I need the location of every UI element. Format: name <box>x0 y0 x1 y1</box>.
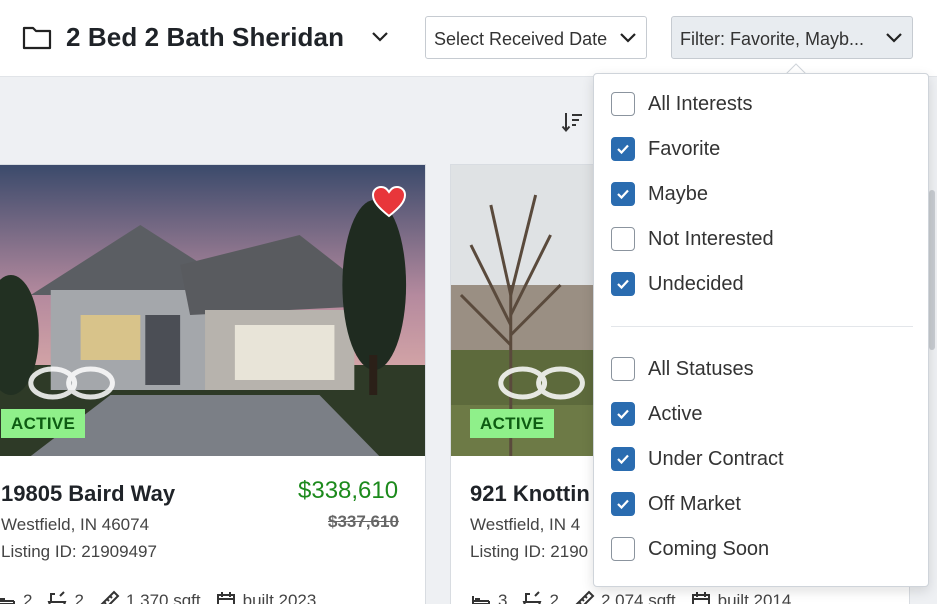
option-under-contract[interactable]: Under Contract <box>611 445 784 473</box>
option-label: Not Interested <box>648 227 774 250</box>
calendar-icon <box>216 592 235 604</box>
checkbox[interactable] <box>611 272 635 296</box>
checkbox[interactable] <box>611 227 635 251</box>
sqft-value: 2,074 sqft <box>600 591 676 604</box>
bed-icon <box>472 596 490 604</box>
option-maybe[interactable]: Maybe <box>611 180 708 208</box>
bath-icon <box>523 591 542 604</box>
option-favorite[interactable]: Favorite <box>611 135 720 163</box>
listing-id: Listing ID: 2190 <box>470 542 589 561</box>
option-not-interested[interactable]: Not Interested <box>611 225 774 253</box>
option-all-statuses[interactable]: All Statuses <box>611 355 754 383</box>
interest-status-filter-select[interactable]: Filter: Favorite, Mayb... <box>671 16 913 59</box>
option-undecided[interactable]: Undecided <box>611 270 744 298</box>
option-label: Off Market <box>648 492 741 515</box>
divider <box>611 326 913 327</box>
listing-stats: 3 2 2,074 sqft built 2014 <box>470 590 791 604</box>
check-icon <box>617 189 629 200</box>
status-badge: ACTIVE <box>1 409 86 438</box>
checkbox[interactable] <box>611 182 635 206</box>
bed-icon <box>0 598 15 604</box>
option-label: All Statuses <box>648 357 754 380</box>
checkbox[interactable] <box>611 357 635 381</box>
sqft-value: 1,370 sqft <box>125 591 201 604</box>
beds-stat: 3 <box>470 590 507 604</box>
listing-city: Westfield, IN 46074 <box>1 515 150 534</box>
check-icon <box>617 144 629 155</box>
chevron-down-icon <box>886 33 902 43</box>
beds-value: 3 <box>498 591 508 604</box>
status-badge: ACTIVE <box>470 409 555 438</box>
built-value: built 2014 <box>717 591 792 604</box>
listing-address[interactable]: 19805 Baird Way <box>1 481 175 507</box>
check-icon <box>617 454 629 465</box>
listing-price: $338,610 <box>298 477 399 504</box>
check-icon <box>617 499 629 510</box>
built-value: built 2023 <box>242 591 317 604</box>
option-label: Undecided <box>648 272 744 295</box>
bath-icon <box>48 591 67 604</box>
checkbox[interactable] <box>611 492 635 516</box>
page-title: 2 Bed 2 Bath Sheridan <box>66 22 345 52</box>
chevron-down-icon <box>620 33 636 43</box>
option-label: Coming Soon <box>648 537 770 560</box>
sqft-stat: 2,074 sqft <box>573 590 676 604</box>
ruler-icon <box>100 590 120 604</box>
listing-city: Westfield, IN 4 <box>470 515 581 534</box>
heart-icon[interactable] <box>371 185 407 219</box>
option-coming-soon[interactable]: Coming Soon <box>611 535 769 563</box>
option-label: All Interests <box>648 92 753 115</box>
listing-card[interactable]: ACTIVE 19805 Baird Way $338,610 $337,610… <box>0 164 426 604</box>
received-date-select[interactable]: Select Received Date <box>425 16 647 59</box>
built-stat: built 2023 <box>215 590 317 604</box>
option-label: Maybe <box>648 182 709 205</box>
folder-icon <box>22 26 52 50</box>
listing-id: Listing ID: 21909497 <box>1 542 157 561</box>
listing-address[interactable]: 921 Knottin <box>470 481 590 507</box>
checkbox[interactable] <box>611 137 635 161</box>
chevron-down-icon[interactable] <box>370 29 390 45</box>
checkbox[interactable] <box>611 92 635 116</box>
ruler-icon <box>575 590 595 604</box>
filter-label: Filter: Favorite, Mayb... <box>680 29 865 49</box>
checkbox[interactable] <box>611 447 635 471</box>
baths-value: 2 <box>74 591 84 604</box>
option-active[interactable]: Active <box>611 400 702 428</box>
option-off-market[interactable]: Off Market <box>611 490 741 518</box>
baths-value: 2 <box>549 591 559 604</box>
beds-value: 2 <box>23 591 33 604</box>
sqft-stat: 1,370 sqft <box>98 590 201 604</box>
checkbox[interactable] <box>611 402 635 426</box>
baths-stat: 2 <box>521 590 559 604</box>
received-date-label: Select Received Date <box>434 29 608 49</box>
option-label: Under Contract <box>648 447 784 470</box>
filter-dropdown: All Interests Favorite Maybe Not Interes… <box>593 73 929 587</box>
listing-old-price: $337,610 <box>328 512 399 531</box>
beds-stat: 2 <box>0 590 32 604</box>
calendar-icon <box>691 592 710 604</box>
scrollbar[interactable] <box>929 190 935 350</box>
listing-stats: 2 2 1,370 sqft built 2023 <box>0 590 316 604</box>
check-icon <box>617 279 629 290</box>
baths-stat: 2 <box>46 590 84 604</box>
check-icon <box>617 409 629 420</box>
built-stat: built 2014 <box>690 590 792 604</box>
sort-descending-icon[interactable] <box>560 110 584 134</box>
checkbox[interactable] <box>611 537 635 561</box>
option-label: Active <box>648 402 703 425</box>
option-all-interests[interactable]: All Interests <box>611 90 752 118</box>
option-label: Favorite <box>648 137 721 160</box>
